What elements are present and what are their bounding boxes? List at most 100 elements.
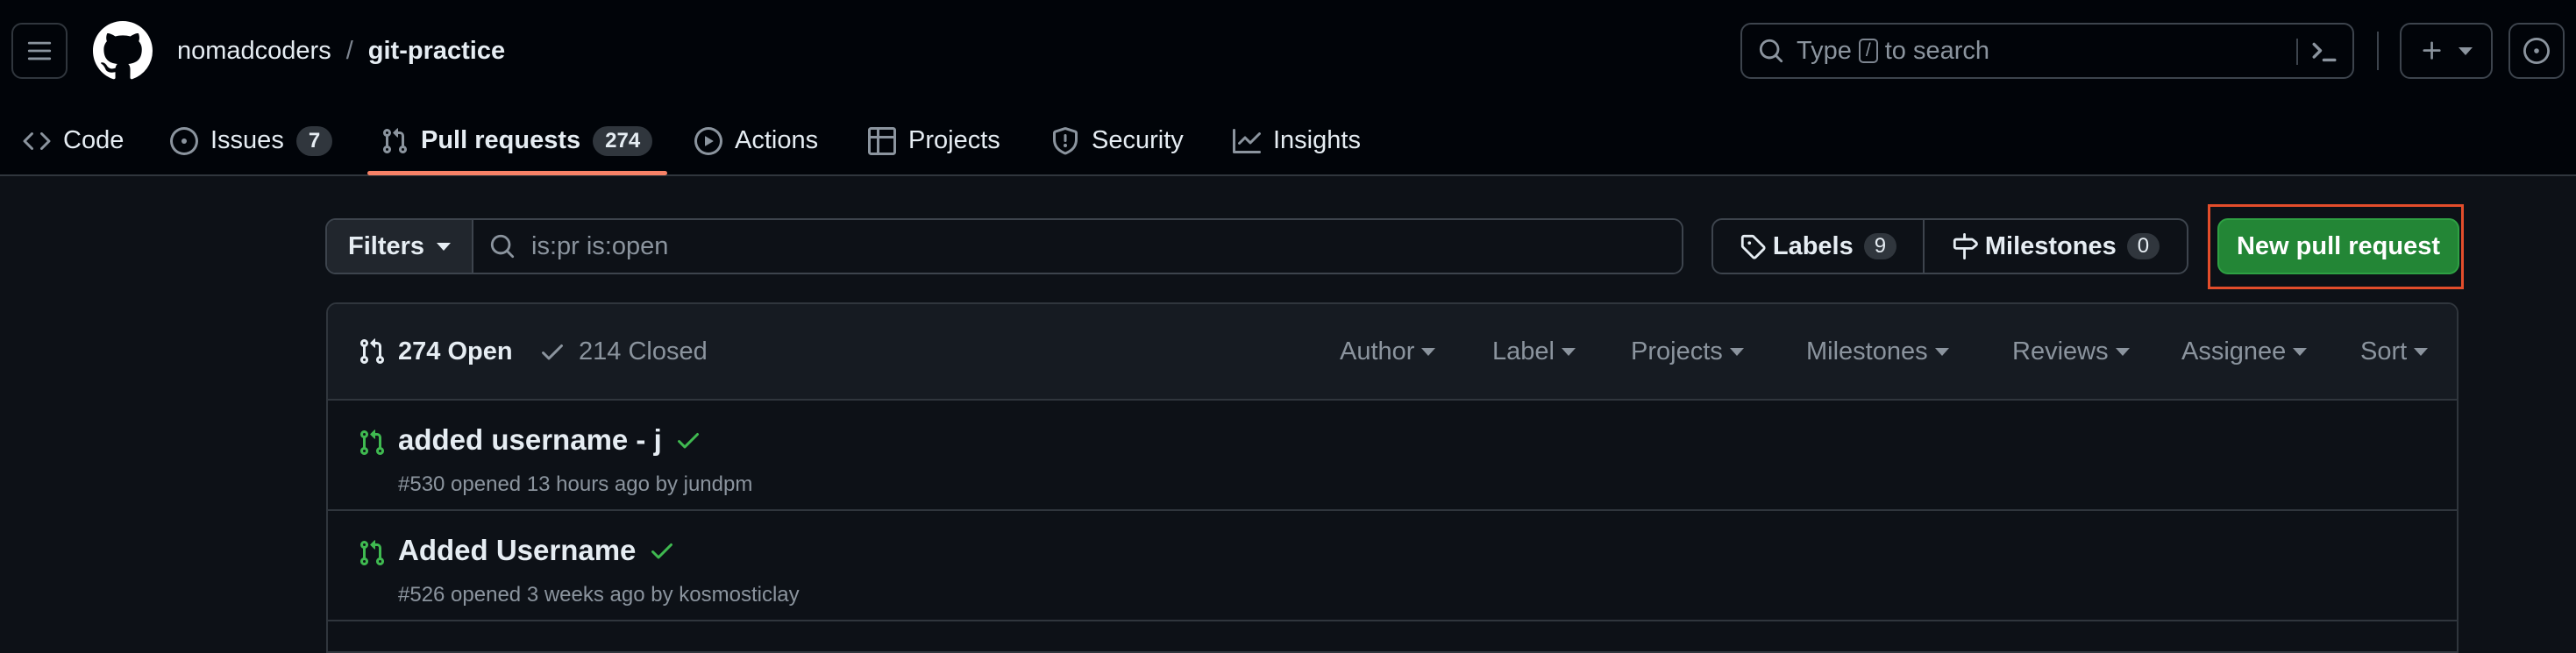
search-divider [2296, 39, 2298, 65]
code-icon [23, 131, 51, 150]
new-pull-request-button[interactable]: New pull request [2217, 218, 2459, 274]
menu-button[interactable] [11, 23, 68, 79]
chevron-down-icon [1421, 347, 1436, 356]
pull-request-list: 274 Open 214 Closed Author Label Project… [326, 302, 2459, 653]
tab-actions-label: Actions [735, 126, 819, 154]
milestones-filter-label: Milestones [1806, 337, 1928, 366]
sort-filter-label: Sort [2360, 337, 2408, 366]
github-logo-icon[interactable] [93, 21, 153, 81]
check-icon[interactable] [648, 536, 676, 564]
filter-bar: Filters is:pr is:open [325, 218, 1683, 274]
create-new-button[interactable] [2400, 23, 2493, 79]
author-label: Author [1340, 337, 1415, 366]
pr-title: added username - j [398, 423, 662, 456]
tab-issues[interactable]: Issues 7 [170, 105, 333, 176]
projects-filter-label: Projects [1631, 337, 1723, 366]
list-item: added username - j #530 opened 13 hours … [328, 401, 2457, 511]
pull-requests-count-badge: 274 [593, 125, 653, 156]
label-dropdown[interactable]: Label [1492, 304, 1576, 399]
issues-count-badge: 7 [295, 125, 333, 156]
pr-meta: #530 opened 13 hours ago by jundpm [398, 472, 753, 496]
tab-projects[interactable]: Projects [868, 105, 1000, 176]
header-divider [2377, 32, 2379, 70]
projects-dropdown[interactable]: Projects [1631, 304, 1744, 399]
tab-insights-label: Insights [1273, 126, 1361, 154]
shield-icon [1053, 126, 1078, 154]
chevron-down-icon [437, 242, 452, 251]
global-header: nomadcoders / git-practice Type / to sea… [0, 0, 2576, 176]
tab-pull-requests-label: Pull requests [421, 126, 581, 154]
chevron-down-icon [2115, 347, 2130, 356]
milestones-button[interactable]: Milestones 0 [1925, 220, 2187, 273]
tag-icon [1740, 234, 1766, 259]
author-dropdown[interactable]: Author [1340, 304, 1436, 399]
command-palette-icon[interactable] [2309, 37, 2340, 68]
assignee-filter-label: Assignee [2181, 337, 2287, 366]
tab-insights[interactable]: Insights [1233, 105, 1361, 176]
repo-nav: Code Issues 7 Pull requests 274 Actions … [0, 105, 2576, 176]
issue-opened-icon [2523, 38, 2550, 64]
label-filter-label: Label [1492, 337, 1555, 366]
reviews-filter-label: Reviews [2012, 337, 2109, 366]
pr-title-link[interactable]: added username - j [398, 423, 702, 457]
tab-security-label: Security [1092, 126, 1184, 154]
pr-title-link[interactable]: Added Username [398, 534, 676, 567]
play-icon [694, 126, 722, 155]
tab-pull-requests[interactable]: Pull requests 274 [381, 105, 653, 176]
issue-opened-icon [170, 126, 198, 155]
milestone-icon [1953, 233, 1978, 259]
search-placeholder-prefix: Type [1797, 36, 1852, 65]
plus-icon [2423, 41, 2441, 60]
chevron-down-icon [1729, 347, 1744, 356]
breadcrumb-separator: / [345, 36, 353, 65]
pr-title: Added Username [398, 534, 637, 566]
table-icon [868, 126, 896, 155]
tab-code-label: Code [63, 126, 125, 154]
list-header: 274 Open 214 Closed Author Label Project… [328, 304, 2457, 401]
search-placeholder: Type / to search [1797, 37, 1989, 66]
chevron-down-icon [2414, 347, 2429, 356]
sort-dropdown[interactable]: Sort [2360, 304, 2429, 399]
active-tab-underline [367, 171, 667, 175]
search-shortcut-key: / [1858, 39, 1878, 63]
repo-link[interactable]: git-practice [368, 37, 505, 66]
search-placeholder-suffix: to search [1884, 36, 1990, 65]
breadcrumb: nomadcoders / git-practice [177, 33, 505, 68]
list-item: Added Username #526 opened 3 weeks ago b… [328, 511, 2457, 621]
git-pull-request-icon [359, 429, 385, 456]
chevron-down-icon [1561, 347, 1576, 356]
graph-icon [1233, 128, 1261, 153]
tab-code[interactable]: Code [23, 105, 124, 176]
tab-projects-label: Projects [908, 126, 1000, 154]
assignee-dropdown[interactable]: Assignee [2181, 304, 2308, 399]
milestones-count-badge: 0 [2126, 233, 2160, 259]
filter-search-input[interactable]: is:pr is:open [473, 220, 1682, 273]
check-icon[interactable] [674, 426, 702, 454]
search-icon [1759, 39, 1783, 63]
labels-label: Labels [1772, 231, 1854, 260]
tab-issues-label: Issues [210, 126, 284, 154]
git-pull-request-icon [382, 127, 408, 153]
filter-query-value: is:pr is:open [531, 231, 669, 260]
milestones-label: Milestones [1984, 231, 2117, 260]
filters-dropdown-button[interactable]: Filters [327, 220, 473, 273]
owner-link[interactable]: nomadcoders [177, 37, 331, 66]
search-input[interactable]: Type / to search [1740, 23, 2354, 79]
milestones-dropdown[interactable]: Milestones [1806, 304, 1949, 399]
pr-meta: #526 opened 3 weeks ago by kosmosticlay [398, 583, 800, 607]
chevron-down-icon [2293, 347, 2308, 356]
tab-actions[interactable]: Actions [694, 105, 818, 176]
labels-button[interactable]: Labels 9 [1713, 220, 1925, 273]
hamburger-icon [27, 41, 52, 60]
chevron-down-icon [2459, 46, 2473, 55]
git-pull-request-icon [359, 540, 385, 566]
reviews-dropdown[interactable]: Reviews [2012, 304, 2130, 399]
labels-milestones-group: Labels 9 Milestones 0 [1711, 218, 2188, 274]
your-issues-button[interactable] [2508, 23, 2565, 79]
filters-label: Filters [347, 231, 425, 260]
labels-count-badge: 9 [1863, 233, 1897, 259]
list-item [328, 621, 2457, 651]
search-icon [490, 234, 515, 259]
tab-security[interactable]: Security [1051, 105, 1184, 176]
list-sorters: Author Label Projects Milestones Reviews… [328, 304, 2457, 399]
